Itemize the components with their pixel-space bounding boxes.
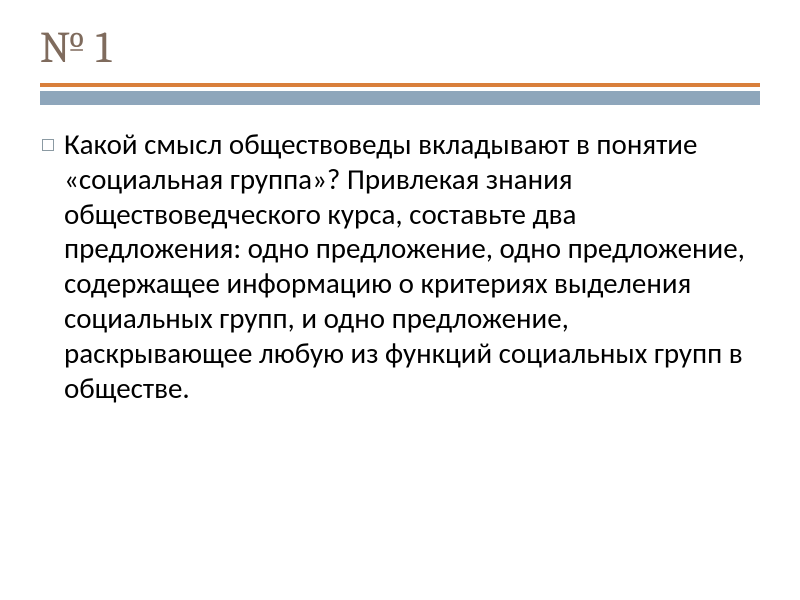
slide-title: № 1 <box>40 22 760 73</box>
divider-orange <box>40 83 760 87</box>
body-block: Какой смысл обществоведы вкладывают в по… <box>40 127 760 405</box>
bullet-item: Какой смысл обществоведы вкладывают в по… <box>42 127 760 405</box>
slide: № 1 Какой смысл обществоведы вкладывают … <box>0 0 800 600</box>
square-bullet-icon <box>42 139 54 151</box>
body-text: Какой смысл обществоведы вкладывают в по… <box>64 127 760 405</box>
divider-blue <box>40 91 760 105</box>
title-block: № 1 <box>40 22 760 105</box>
